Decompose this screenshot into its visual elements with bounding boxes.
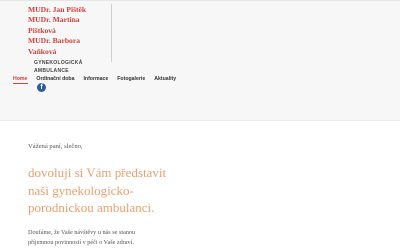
headline-line: dovoluji si Vám představit <box>28 165 167 180</box>
subtitle-line: GYNEKOLOGICKÁ <box>34 60 83 66</box>
doctor-name-line: Pištková <box>28 25 56 35</box>
facebook-icon[interactable]: f <box>37 83 46 92</box>
intro-section: Vážená paní, slečno, dovoluji si Vám pře… <box>28 143 228 248</box>
site-logo-names[interactable]: MUDr. Jan Pištěk MUDr. Martina Pištková … <box>28 5 110 57</box>
headline-line: naši gynekologicko- <box>28 182 134 198</box>
nav-item-informace[interactable]: Informace <box>83 76 108 82</box>
doctor-name-line: MUDr. Martina <box>28 15 80 25</box>
doctor-name-line: MUDr. Barbora <box>28 36 81 46</box>
active-nav-underline <box>13 83 28 84</box>
nav-item-fotogalerie[interactable]: Fotogalerie <box>117 76 145 82</box>
paragraph-line: příjemnou povinností v péči o Vaše zdrav… <box>28 238 134 246</box>
doctor-name-line: Vaňková <box>28 46 57 56</box>
nav-item-aktuality[interactable]: Aktuality <box>154 76 176 82</box>
site-subtitle: GYNEKOLOGICKÁ AMBULANCE <box>34 60 83 75</box>
header-top-border <box>0 0 400 1</box>
doctor-name-line: MUDr. Jan Pištěk <box>28 5 87 14</box>
brand-divider <box>111 4 112 62</box>
greeting-text: Vážená paní, slečno, <box>28 143 83 150</box>
site-header: MUDr. Jan Pištěk MUDr. Martina Pištková … <box>0 0 400 121</box>
paragraph-line: Doufáme, že Vaše návštěvy u nás se stano… <box>28 228 136 236</box>
subtitle-line: AMBULANCE <box>34 67 69 74</box>
intro-headline: dovoluji si Vám představit naši gynekolo… <box>28 164 228 217</box>
nav-item-home[interactable]: Home <box>13 76 27 82</box>
main-navigation: Home Ordinační doba Informace Fotogaleri… <box>13 76 176 82</box>
headline-line: porodnickou ambulanci. <box>28 200 155 215</box>
intro-paragraph: Doufáme, že Vaše návštěvy u nás se stano… <box>28 228 228 248</box>
nav-item-ordinacni-doba[interactable]: Ordinační doba <box>36 76 74 82</box>
